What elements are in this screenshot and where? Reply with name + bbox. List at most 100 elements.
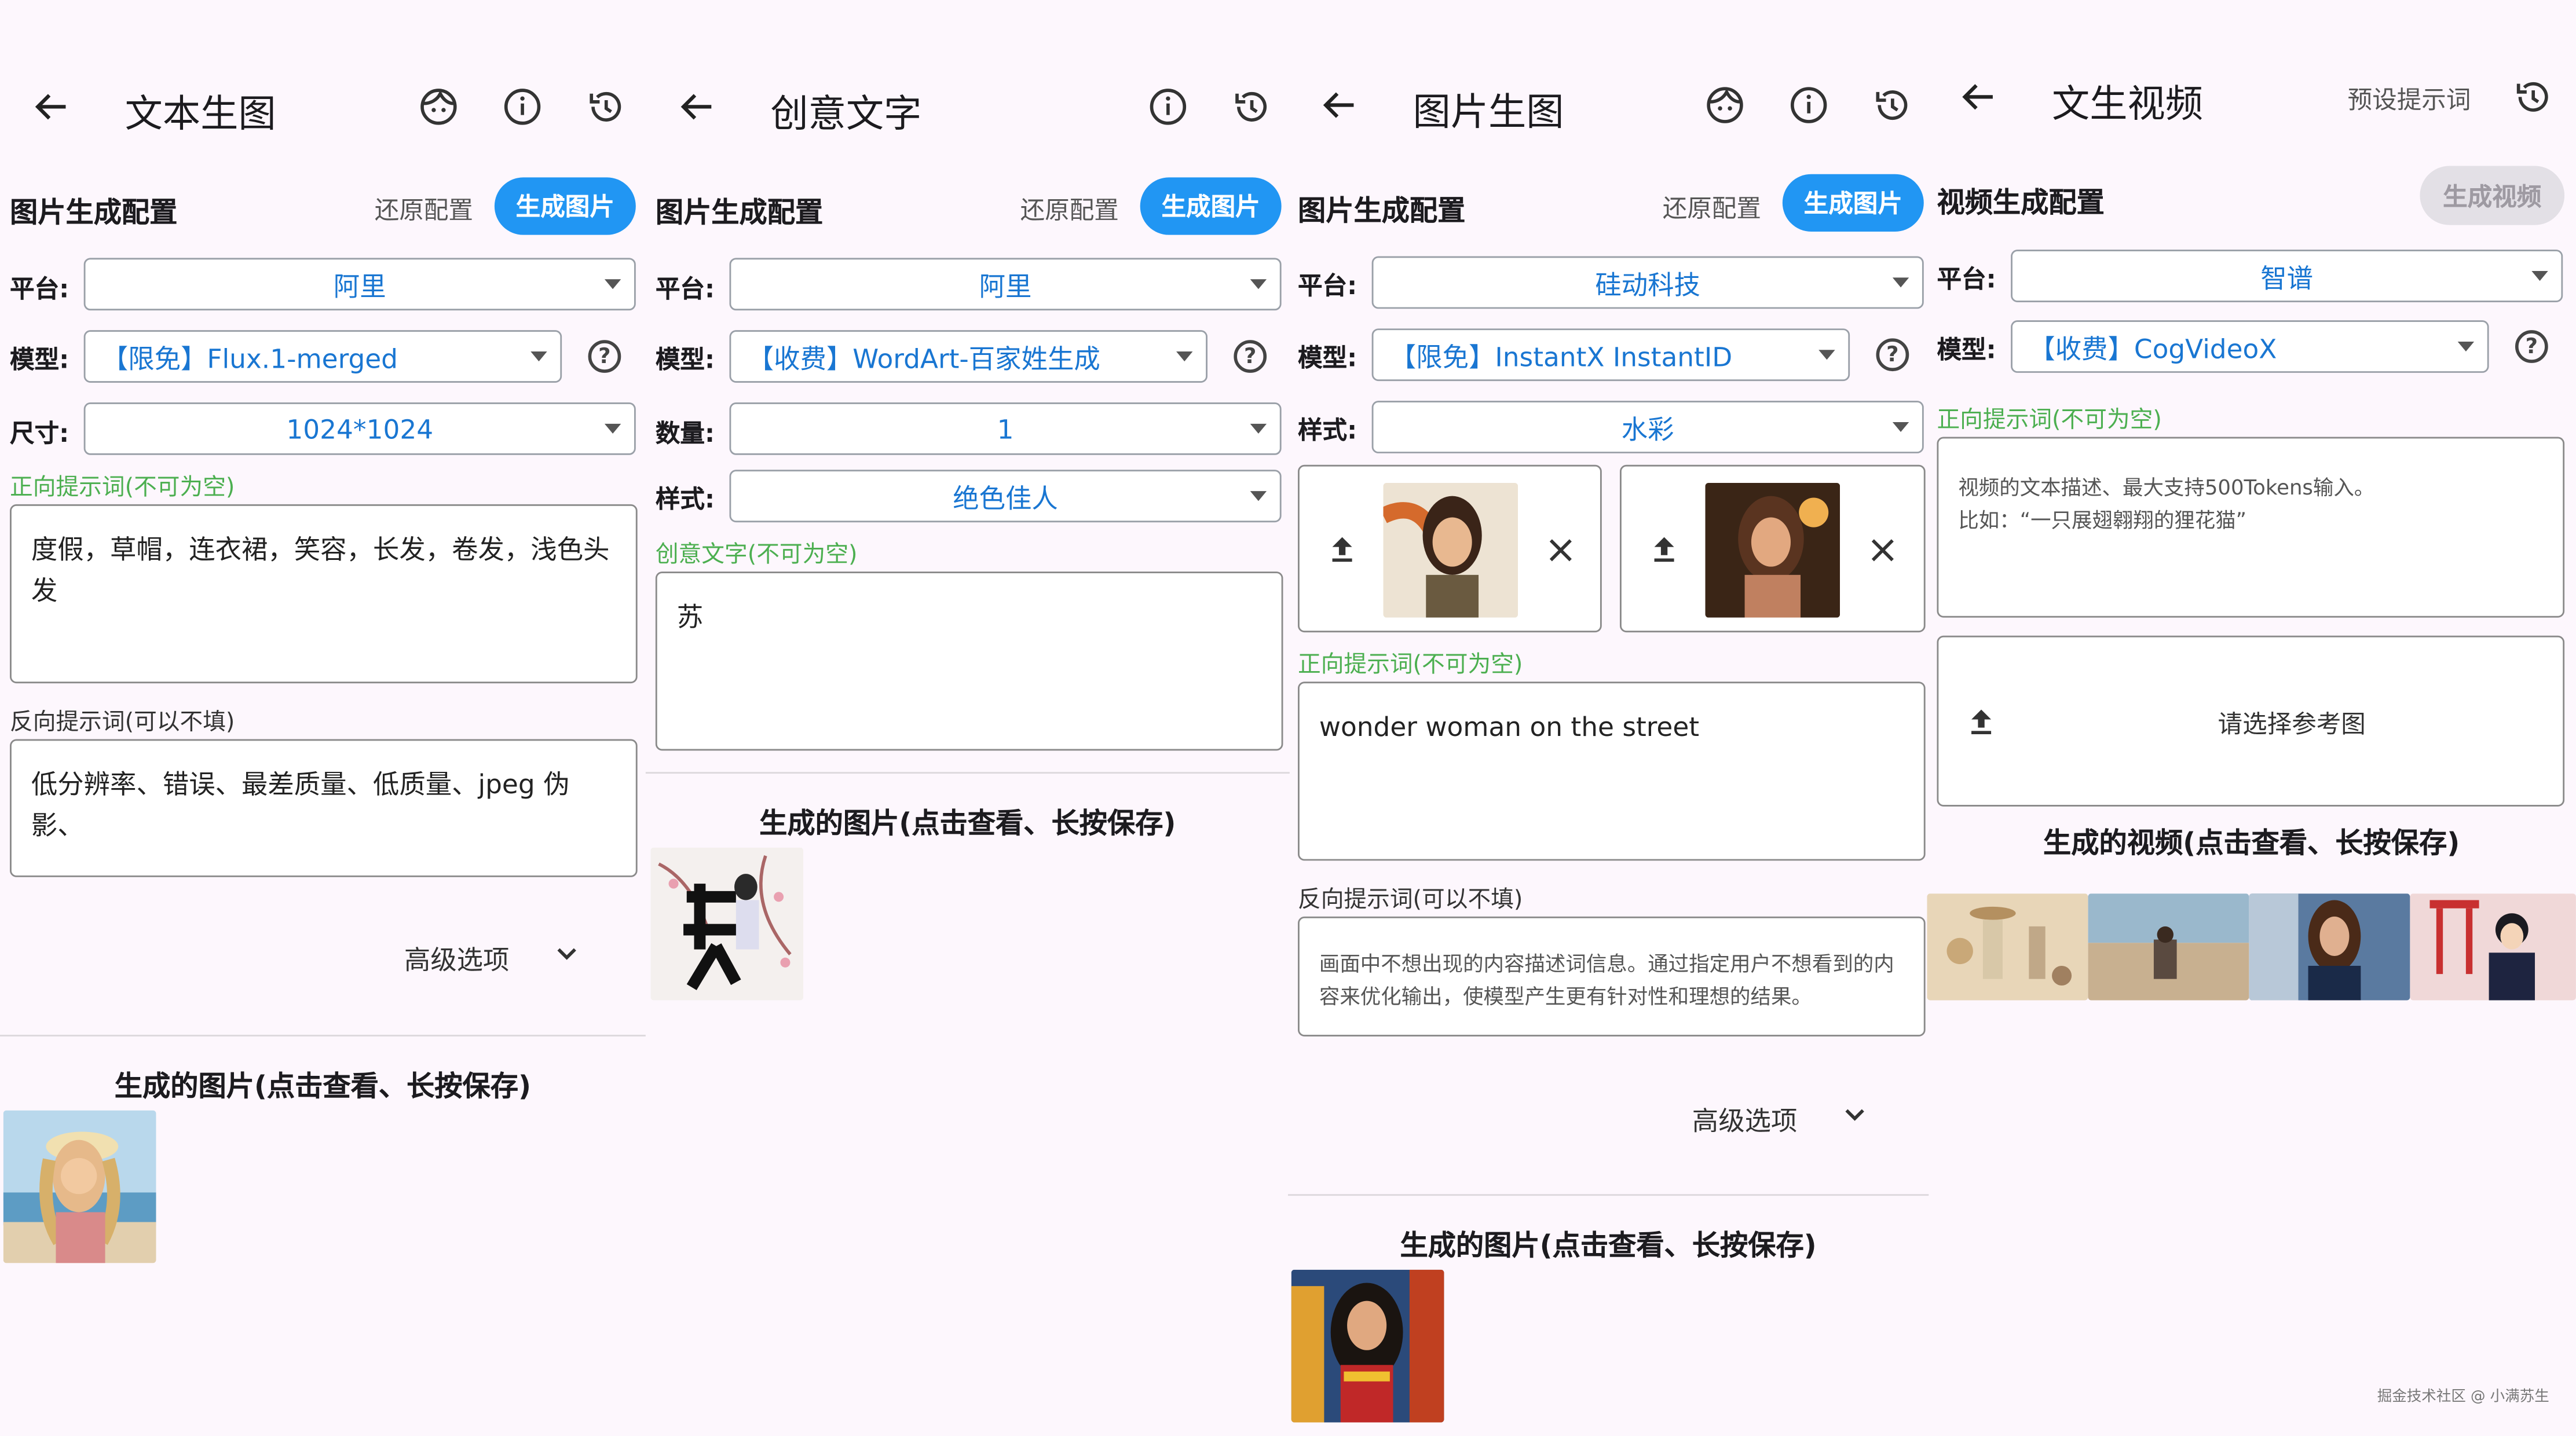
divider [1287,1194,1929,1196]
count-select[interactable]: 1 [729,402,1282,455]
divider [645,772,1290,774]
history-icon[interactable] [1871,84,1914,127]
reset-config-button[interactable]: 还原配置 [1020,192,1119,227]
platform-label: 平台: [1937,264,1996,294]
reset-config-button[interactable]: 还原配置 [1663,191,1761,225]
info-icon[interactable] [501,86,544,129]
generate-image-button[interactable]: 生成图片 [1140,177,1282,235]
generate-video-button[interactable]: 生成视频 [2420,166,2565,225]
result-title: 生成的图片(点击查看、长按保存) [114,1071,532,1104]
result-title: 生成的图片(点击查看、长按保存) [1400,1230,1817,1263]
positive-prompt-label: 正向提示词(不可为空) [10,474,235,501]
platform-select[interactable]: 智谱 [2011,250,2563,302]
style-select[interactable]: 绝色佳人 [729,470,1282,523]
history-icon[interactable] [585,86,628,129]
platform-select[interactable]: 阿里 [729,258,1282,311]
platform-select[interactable]: 硅动科技 [1371,256,1924,309]
advanced-options-toggle[interactable]: 高级选项 [404,938,510,977]
reference-image-slot[interactable] [1619,464,1926,633]
face-icon[interactable] [1704,84,1747,127]
upload-icon[interactable] [1965,705,1998,738]
count-label: 数量: [655,419,715,449]
chevron-down-icon [1176,351,1193,362]
chevron-down-icon[interactable] [1840,1101,1869,1130]
chevron-down-icon [1250,279,1267,290]
model-label: 模型: [655,345,715,375]
style-label: 样式: [655,484,715,514]
panel-image-to-image: 图片生图 图片生成配置 还原配置 生成图片 平台: 硅动科技 模型: 【限免】I… [1287,0,1929,1435]
chevron-down-icon [530,351,547,362]
negative-prompt-input[interactable]: 低分辨率、错误、最差质量、低质量、jpeg 伪影、 [10,739,638,877]
chevron-down-icon[interactable] [552,940,581,969]
reference-image-label: 请选择参考图 [2218,709,2366,739]
video-thumbnail[interactable] [2088,893,2249,1001]
back-arrow-icon[interactable] [1318,84,1360,127]
help-icon[interactable]: ? [588,340,621,373]
back-arrow-icon[interactable] [675,86,718,129]
close-icon[interactable] [1868,536,1897,565]
placeholder-line: 比如：“一只展翅翱翔的狸花猫” [1958,507,2247,533]
size-select[interactable]: 1024*1024 [83,402,636,455]
panel-creative-text: 创意文字 图片生成配置 还原配置 生成图片 平台: 阿里 模型: 【收费】Wor… [645,0,1290,1435]
generate-image-button[interactable]: 生成图片 [1782,174,1924,232]
model-label: 模型: [10,345,69,375]
reference-image-thumbnail[interactable] [1705,482,1840,618]
chevron-down-icon [1892,422,1909,433]
info-icon[interactable] [1147,86,1190,129]
style-select[interactable]: 水彩 [1371,401,1924,453]
result-title: 生成的图片(点击查看、长按保存) [759,808,1176,841]
generated-image-thumbnail[interactable] [3,1110,156,1263]
chevron-down-icon [1250,491,1267,501]
page-title: 图片生图 [1413,91,1564,135]
model-select[interactable]: 【收费】WordArt-百家姓生成 [729,330,1208,383]
history-icon[interactable] [2512,75,2555,118]
positive-prompt-input[interactable]: 视频的文本描述、最大支持500Tokens输入。 比如：“一只展翅翱翔的狸花猫” [1937,437,2565,618]
platform-label: 平台: [10,274,69,304]
section-title: 图片生成配置 [1297,195,1466,229]
model-select[interactable]: 【限免】Flux.1-merged [83,330,562,383]
reset-config-button[interactable]: 还原配置 [375,192,473,227]
video-thumbnail[interactable] [2249,893,2410,1001]
advanced-options-toggle[interactable]: 高级选项 [1692,1099,1798,1138]
result-title: 生成的视频(点击查看、长按保存) [2043,827,2460,861]
platform-label: 平台: [1297,271,1357,301]
positive-prompt-input[interactable]: 度假，草帽，连衣裙，笑容，长发，卷发，浅色头发 [10,504,638,684]
model-select[interactable]: 【收费】CogVideoX [2011,320,2489,373]
section-title: 视频生成配置 [1937,187,2105,221]
video-thumbnail[interactable] [2410,893,2576,1001]
back-arrow-icon[interactable] [30,86,72,129]
video-thumbnail[interactable] [1927,893,2088,1001]
positive-prompt-input[interactable]: wonder woman on the street [1297,682,1926,861]
generate-image-button[interactable]: 生成图片 [494,177,636,235]
history-icon[interactable] [1231,86,1274,129]
page-title: 创意文字 [770,93,922,137]
size-label: 尺寸: [10,419,69,449]
generated-image-thumbnail[interactable] [650,847,804,1001]
help-icon[interactable]: ? [1876,338,1909,372]
page-title: 文生视频 [2052,83,2204,127]
preset-prompts-button[interactable]: 预设提示词 [2348,82,2471,117]
back-arrow-icon[interactable] [1957,75,2000,118]
reference-image-picker[interactable]: 请选择参考图 [1937,635,2565,807]
chevron-down-icon [604,423,621,434]
model-select[interactable]: 【限免】InstantX InstantID [1371,328,1850,382]
creative-text-input[interactable]: 苏 [655,572,1283,751]
generated-image-thumbnail[interactable] [1291,1269,1444,1423]
info-icon[interactable] [1787,84,1830,127]
reference-image-slot[interactable] [1297,464,1602,633]
negative-prompt-label: 反向提示词(可以不填) [1297,886,1523,914]
face-icon[interactable] [418,86,460,129]
platform-label: 平台: [655,274,715,304]
upload-icon[interactable] [1648,532,1681,565]
negative-prompt-label: 反向提示词(可以不填) [10,709,235,736]
reference-image-thumbnail[interactable] [1383,482,1518,618]
help-icon[interactable]: ? [2515,330,2548,363]
help-icon[interactable]: ? [1234,340,1267,373]
upload-icon[interactable] [1326,532,1359,565]
negative-prompt-input[interactable]: 画面中不想出现的内容描述词信息。通过指定用户不想看到的内容来优化输出，使模型产生… [1297,916,1926,1036]
panel-text-to-image: 文本生图 图片生成配置 还原配置 生成图片 平台: 阿里 模型: 【限免】Flu… [0,0,646,1435]
platform-select[interactable]: 阿里 [83,258,636,311]
close-icon[interactable] [1546,536,1575,565]
video-thumbnail-strip [1927,893,2576,1001]
creative-text-label: 创意文字(不可为空) [655,542,858,569]
